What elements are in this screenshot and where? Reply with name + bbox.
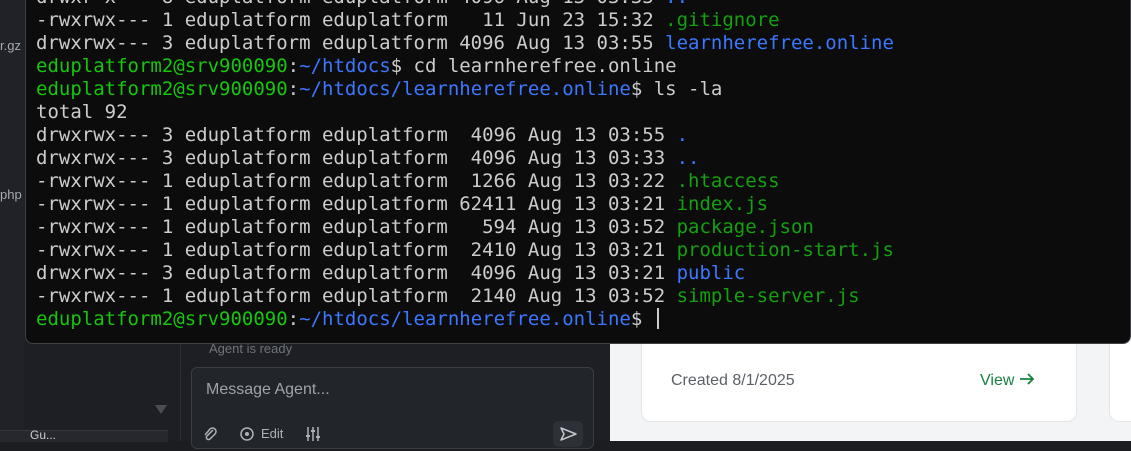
terminal-segment: ..: [676, 147, 700, 169]
attach-icon[interactable]: [203, 426, 217, 445]
terminal-line: -rwxrwx--- 1 eduplatform eduplatform 126…: [36, 170, 894, 193]
edit-mode-label[interactable]: Edit: [261, 426, 283, 441]
terminal-segment: public: [676, 262, 746, 284]
terminal-segment: $: [630, 308, 654, 330]
terminal-line: total 92: [36, 101, 894, 124]
lecture-created-date: Created 8/1/2025: [671, 372, 795, 389]
send-button[interactable]: [553, 421, 583, 447]
terminal-segment: .: [676, 124, 689, 146]
send-icon: [560, 427, 577, 441]
sidebar-file-fragment[interactable]: php: [0, 187, 22, 202]
terminal-window[interactable]: drwxr-x--- 8 eduplatform eduplatform 409…: [25, 0, 1131, 344]
terminal-segment: drwxr-x--- 8 eduplatform eduplatform 409…: [36, 0, 665, 8]
terminal-segment: drwxrwx--- 3 eduplatform eduplatform 409…: [36, 147, 677, 169]
terminal-segment: $ cd learnherefree.online: [390, 55, 677, 77]
terminal-segment: ~/htdocs/learnherefree.online: [299, 308, 631, 330]
terminal-segment: -rwxrwx--- 1 eduplatform eduplatform 214…: [36, 285, 677, 307]
terminal-segment: -rwxrwx--- 1 eduplatform eduplatform 11 …: [36, 9, 666, 31]
terminal-line: -rwxrwx--- 1 eduplatform eduplatform 11 …: [36, 9, 894, 32]
sidebar-bottom-label[interactable]: Gu...: [30, 428, 56, 442]
view-link[interactable]: View: [980, 372, 1035, 390]
terminal-line: eduplatform2@srv900090:~/htdocs/learnher…: [36, 308, 894, 331]
terminal-line: eduplatform2@srv900090:~/htdocs/learnher…: [36, 78, 894, 101]
terminal-segment: ~/htdocs: [299, 55, 391, 77]
terminal-segment: -rwxrwx--- 1 eduplatform eduplatform 241…: [36, 239, 677, 261]
terminal-line: -rwxrwx--- 1 eduplatform eduplatform 241…: [36, 239, 894, 262]
terminal-segment: :: [287, 55, 300, 77]
message-input[interactable]: [204, 380, 568, 400]
terminal-segment: $ ls -la: [630, 78, 723, 100]
terminal-line: drwxr-x--- 8 eduplatform eduplatform 409…: [36, 0, 894, 9]
terminal-segment: drwxrwx--- 3 eduplatform eduplatform 409…: [36, 262, 677, 284]
terminal-segment: :: [287, 308, 300, 330]
terminal-segment: .gitignore: [665, 9, 780, 31]
terminal-segment: total 92: [36, 101, 128, 123]
terminal-segment: ..: [665, 0, 688, 8]
terminal-line: drwxrwx--- 3 eduplatform eduplatform 409…: [36, 147, 894, 170]
terminal-segment: simple-server.js: [676, 285, 860, 307]
terminal-line: -rwxrwx--- 1 eduplatform eduplatform 594…: [36, 216, 894, 239]
terminal-segment: eduplatform2@srv900090: [36, 308, 288, 330]
terminal-line: -rwxrwx--- 1 eduplatform eduplatform 214…: [36, 285, 894, 308]
terminal-segment: drwxrwx--- 3 eduplatform eduplatform 409…: [36, 124, 677, 146]
file-sidebar: r.gz php: [0, 0, 24, 441]
terminal-segment: drwxrwx--- 3 eduplatform eduplatform 409…: [36, 32, 666, 54]
terminal-line: drwxrwx--- 3 eduplatform eduplatform 409…: [36, 124, 894, 147]
view-label: View: [980, 372, 1015, 389]
terminal-segment: production-start.js: [676, 239, 894, 261]
terminal-segment: :: [287, 78, 300, 100]
terminal-line: drwxrwx--- 3 eduplatform eduplatform 409…: [36, 262, 894, 285]
terminal-output: drwxr-x--- 8 eduplatform eduplatform 409…: [36, 0, 894, 331]
terminal-segment: eduplatform2@srv900090: [36, 78, 288, 100]
terminal-segment: learnherefree.online: [665, 32, 894, 54]
terminal-segment: -rwxrwx--- 1 eduplatform eduplatform 624…: [36, 193, 677, 215]
scroll-down-icon[interactable]: [155, 405, 167, 414]
arrow-right-icon: [1019, 373, 1035, 385]
target-icon[interactable]: [239, 426, 255, 445]
sidebar-bottom-bar: [0, 430, 168, 442]
terminal-line: -rwxrwx--- 1 eduplatform eduplatform 624…: [36, 193, 894, 216]
terminal-segment: -rwxrwx--- 1 eduplatform eduplatform 126…: [36, 170, 677, 192]
terminal-line: eduplatform2@srv900090:~/htdocs$ cd lear…: [36, 55, 894, 78]
terminal-segment: eduplatform2@srv900090: [36, 55, 288, 77]
terminal-segment: package.json: [676, 216, 814, 238]
sidebar-file-fragment[interactable]: r.gz: [0, 38, 21, 53]
terminal-segment: ~/htdocs/learnherefree.online: [299, 78, 631, 100]
terminal-segment: index.js: [676, 193, 769, 215]
terminal-cursor: [656, 308, 659, 329]
terminal-segment: -rwxrwx--- 1 eduplatform eduplatform 594…: [36, 216, 677, 238]
terminal-segment: .htaccess: [676, 170, 780, 192]
sliders-icon[interactable]: [304, 426, 322, 445]
terminal-line: drwxrwx--- 3 eduplatform eduplatform 409…: [36, 32, 894, 55]
